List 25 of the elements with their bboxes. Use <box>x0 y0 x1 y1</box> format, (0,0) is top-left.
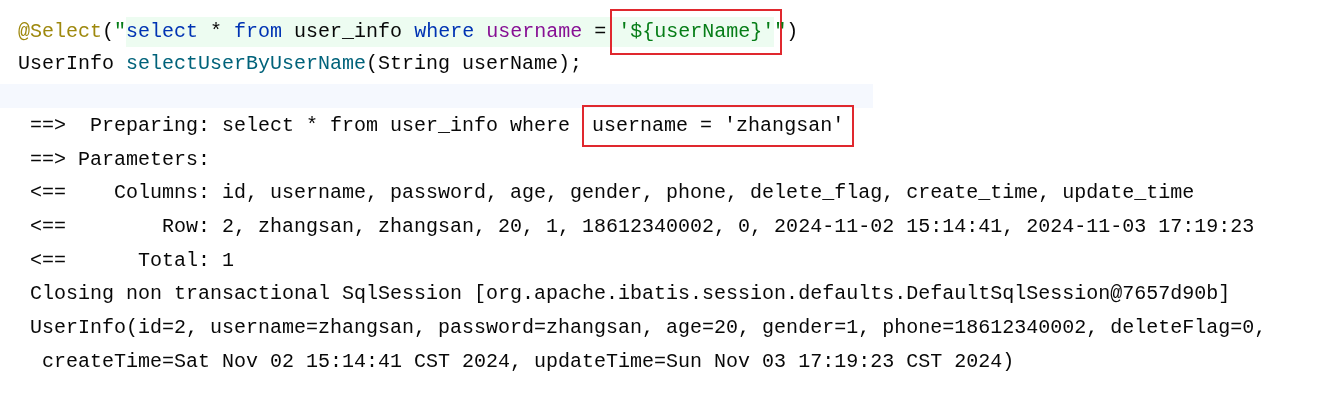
code-token: selectUserByUserName <box>126 51 367 77</box>
code-token: username <box>474 17 583 47</box>
code-token: * <box>198 17 235 47</box>
code-token: @Select <box>18 19 102 45</box>
console-text: createTime=Sat Nov 02 15:14:41 CST 2024, updateTime=Sun Nov 03 17:19:23 CST 2024) <box>41 348 1015 375</box>
code-token: user_info <box>282 17 415 47</box>
console-text: <== Row: 2, zhangsan, zhangsan, 20, 1, 18612340002, 0, 2024-11-02 15:14:41, 2024-11-03 17:19:23 <box>30 213 1255 240</box>
code-token: ( <box>102 19 115 45</box>
code-token: select <box>126 17 199 47</box>
code-token: from <box>234 17 283 47</box>
console-text: ==> Preparing: select * from user_info where <box>30 112 572 139</box>
code-token: " <box>114 19 127 45</box>
console-text: Closing non transactional SqlSession [org.apache.ibatis.session.defaults.DefaultSqlSession@7657d90b] <box>30 281 1231 308</box>
console-text: username = 'zhangsan' <box>582 104 855 147</box>
code-token: '${userName}' <box>618 17 775 47</box>
code-token: where <box>414 17 475 47</box>
code-token: = <box>582 17 619 47</box>
code-token: " <box>774 19 787 45</box>
code-token: ) <box>786 19 799 45</box>
console-text: <== Columns: id, username, password, age, gender, phone, delete_flag, create_time, update_time <box>30 180 1195 207</box>
console-text: ==> Parameters: <box>30 146 211 173</box>
console-text: <== Total: 1 <box>30 247 235 274</box>
code-token: UserInfo <box>18 51 115 77</box>
code-token: (String userName); <box>366 51 583 77</box>
console-text: UserInfo(id=2, username=zhangsan, password=zhangsan, age=20, gender=1, phone=18612340002, deleteFlag=0, <box>30 314 1267 341</box>
